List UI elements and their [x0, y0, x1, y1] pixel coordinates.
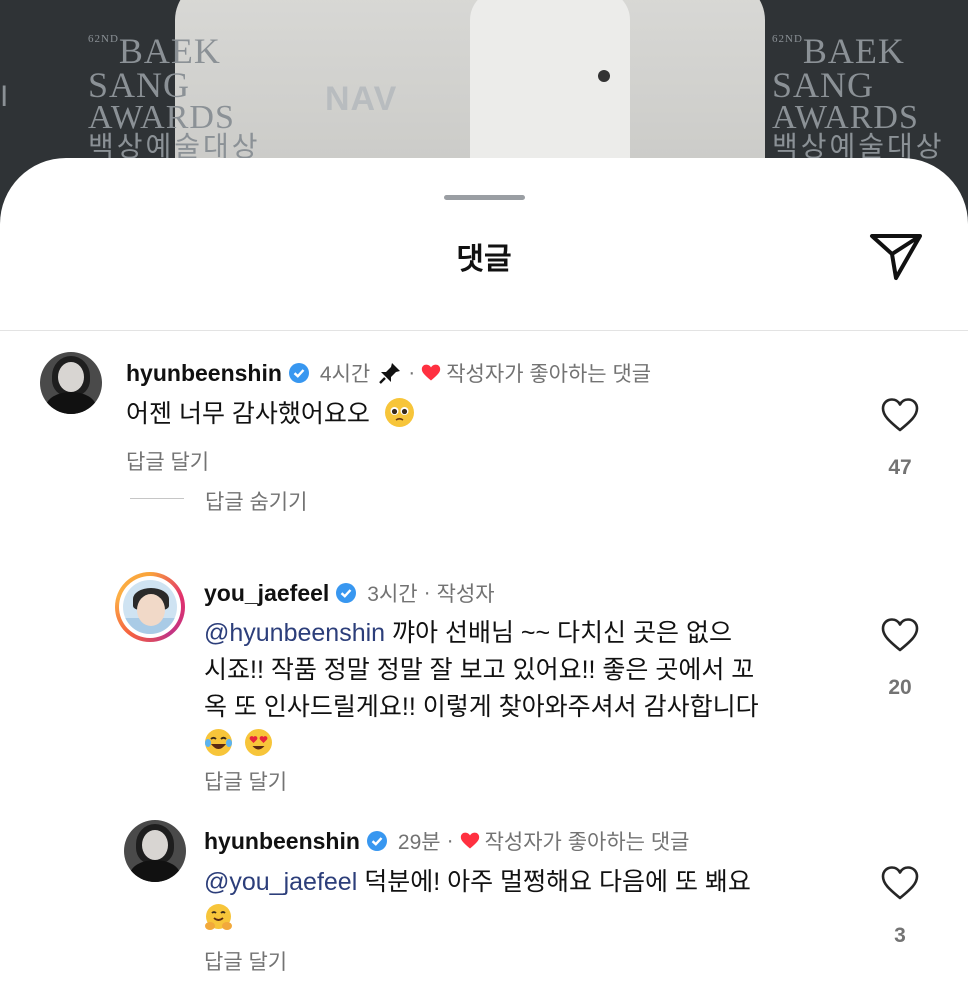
reply-text: @hyunbeenshin 꺄아 선배님 ~~ 다치신 곳은 없으 시죠!! 작…: [204, 615, 844, 763]
reply-button[interactable]: 답글 달기: [204, 766, 287, 796]
smiling-face-with-heart-eyes-icon: [244, 728, 273, 757]
reply-text: @you_jaefeel 덕분에! 아주 멀쩡해요 다음에 또 봬요: [204, 864, 844, 938]
comment-header: hyunbeenshin 4시간 · 작성자가 좋아하는 댓글: [126, 358, 651, 388]
hugging-face-icon: [204, 903, 233, 932]
award-logo-right: 62NDBAEK SANG AWARDS 백상예술대상: [772, 33, 945, 161]
author-liked-label: 작성자가 좋아하는 댓글: [446, 363, 652, 386]
reply-line: 옥 또 인사드릴게요!! 이렇게 찾아와주셔서 감사합니다: [204, 693, 759, 721]
hide-replies-line: [130, 498, 184, 499]
mention-link[interactable]: @hyunbeenshin: [204, 619, 385, 647]
shirt-button-shape: [598, 70, 610, 82]
verified-badge-icon: [288, 362, 310, 384]
pin-icon: [378, 361, 402, 385]
reply-line: 꺄아 선배님 ~~ 다치신 곳은 없으: [385, 619, 732, 647]
username[interactable]: you_jaefeel: [204, 580, 329, 607]
award-line3: AWARDS: [772, 99, 919, 137]
comment-text: 어젠 너무 감사했어요오: [126, 396, 414, 433]
comments-sheet: 댓글 hyunbeenshin 4시간 · 작성자가 좋아하는 댓글 어젠 너무…: [0, 158, 968, 997]
award-line2: SANG: [772, 65, 875, 106]
author-badge: 작성자: [436, 583, 495, 606]
author-liked-label: 작성자가 좋아하는 댓글: [484, 831, 690, 854]
like-heart-icon[interactable]: [880, 864, 920, 902]
award-logo-left: 62NDBAEK SANG AWARDS 백상예술대상: [88, 33, 261, 161]
like-count: 20: [888, 676, 912, 699]
avatar[interactable]: [124, 820, 186, 882]
comment-body: 어젠 너무 감사했어요오: [126, 400, 370, 428]
reply-header: hyunbeenshin 29분 · 작성자가 좋아하는 댓글: [204, 826, 689, 856]
avatar-story-ring[interactable]: [115, 572, 185, 642]
comment-time: 4시간: [319, 363, 371, 386]
author-liked-heart-icon: [421, 363, 441, 383]
reply-line: 시죠!! 작품 정말 정말 잘 보고 있어요!! 좋은 곳에서 꼬: [204, 656, 755, 684]
separator: ·: [423, 581, 431, 604]
like-heart-icon[interactable]: [880, 396, 920, 434]
like-count: 3: [894, 924, 906, 947]
reply-button[interactable]: 답글 달기: [126, 446, 209, 476]
author-liked-heart-icon: [460, 831, 480, 851]
award-line3: AWARDS: [88, 99, 235, 137]
award-sup: 62ND: [772, 33, 803, 45]
hide-replies-button[interactable]: 답글 숨기기: [205, 486, 307, 516]
separator: ·: [446, 829, 454, 852]
reply-button[interactable]: 답글 달기: [204, 946, 287, 976]
username[interactable]: hyunbeenshin: [204, 828, 360, 855]
drag-handle[interactable]: [444, 195, 525, 200]
avatar[interactable]: [40, 352, 102, 414]
award-line2: SANG: [88, 65, 191, 106]
award-sup: 62ND: [88, 33, 119, 45]
verified-badge-icon: [335, 582, 357, 604]
reply-time: 29분: [397, 831, 441, 854]
username[interactable]: hyunbeenshin: [126, 360, 282, 387]
reply-time: 3시간: [367, 583, 418, 606]
reply-header: you_jaefeel 3시간 · 작성자: [204, 578, 495, 608]
like-count: 47: [888, 456, 912, 479]
sheet-title: 댓글: [456, 243, 512, 276]
header-divider: [0, 330, 968, 331]
verified-badge-icon: [366, 830, 388, 852]
mention-link[interactable]: @you_jaefeel: [204, 868, 357, 896]
reply-line: 덕분에! 아주 멀쩡해요 다음에 또 봬요: [357, 868, 751, 896]
send-icon[interactable]: [866, 228, 926, 282]
pleading-face-icon: [384, 398, 414, 427]
sponsor-mark: NAV: [325, 80, 398, 118]
separator: ·: [408, 361, 416, 384]
face-with-tears-of-joy-icon: [204, 728, 233, 757]
backdrop-edge-mark: I: [0, 80, 9, 113]
like-heart-icon[interactable]: [880, 616, 920, 654]
